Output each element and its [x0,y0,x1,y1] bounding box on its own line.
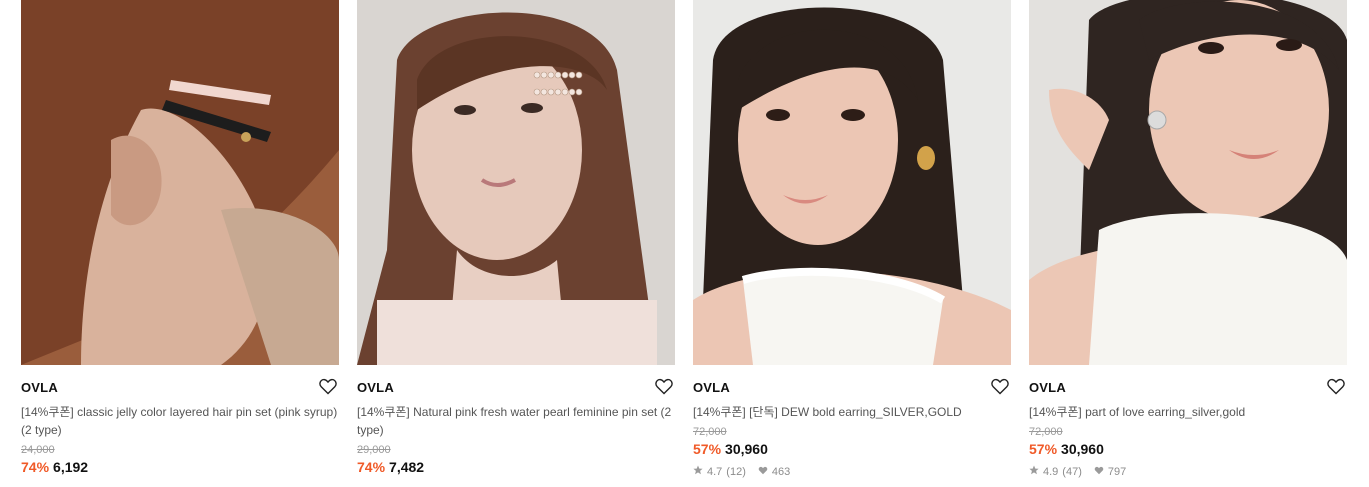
product-title[interactable]: [14%쿠폰] [단독] DEW bold earring_SILVER,GOL… [693,403,1011,421]
original-price: 24,000 [21,444,55,456]
like-count: 797 [1107,466,1127,478]
product-image[interactable] [357,0,675,365]
product-image[interactable] [693,0,1011,365]
price-row: 74% 7,482 [357,458,675,476]
brand-name[interactable]: OVLA [693,380,1011,395]
review-meta: 4.9 (47) 797 [1029,465,1347,479]
price-row: 57% 30,960 [693,440,1011,458]
like-heart-icon [758,465,768,479]
like-heart-icon [1094,465,1104,479]
brand-name[interactable]: OVLA [21,380,339,395]
price-row: 74% 6,192 [21,458,339,476]
brand-name[interactable]: OVLA [1029,380,1347,395]
product-card[interactable]: OVLA [14%쿠폰] classic jelly color layered… [21,0,339,476]
rating-value: 4.9 [1043,466,1059,478]
review-count: (47) [1062,466,1082,478]
price-row: 57% 30,960 [1029,440,1347,458]
brand-name[interactable]: OVLA [357,380,675,395]
discount-rate: 57% [693,441,722,457]
sale-price: 30,960 [725,441,768,457]
like-count: 463 [771,466,791,478]
heart-icon[interactable] [655,378,673,395]
star-icon [1029,465,1039,479]
sale-price: 7,482 [389,459,425,475]
product-card[interactable]: OVLA [14%쿠폰] [단독] DEW bold earring_SILVE… [693,0,1011,479]
heart-icon[interactable] [319,378,337,395]
discount-rate: 57% [1029,441,1058,457]
rating-value: 4.7 [707,466,723,478]
product-card[interactable]: OVLA [14%쿠폰] Natural pink fresh water pe… [357,0,675,476]
product-title[interactable]: [14%쿠폰] part of love earring_silver,gold [1029,403,1347,421]
product-image[interactable] [1029,0,1347,365]
product-card[interactable]: OVLA [14%쿠폰] part of love earring_silver… [1029,0,1347,479]
star-icon [693,465,703,479]
sale-price: 6,192 [53,459,89,475]
heart-icon[interactable] [1327,378,1345,395]
heart-icon[interactable] [991,378,1009,395]
product-image[interactable] [21,0,339,365]
review-count: (12) [726,466,746,478]
product-title[interactable]: [14%쿠폰] classic jelly color layered hair… [21,403,339,439]
product-grid: OVLA [14%쿠폰] classic jelly color layered… [0,0,1369,487]
sale-price: 30,960 [1061,441,1104,457]
original-price: 29,000 [357,444,391,456]
original-price: 72,000 [693,426,727,438]
original-price: 72,000 [1029,426,1063,438]
review-meta: 4.7 (12) 463 [693,465,1011,479]
discount-rate: 74% [21,459,50,475]
discount-rate: 74% [357,459,386,475]
product-title[interactable]: [14%쿠폰] Natural pink fresh water pearl f… [357,403,675,439]
